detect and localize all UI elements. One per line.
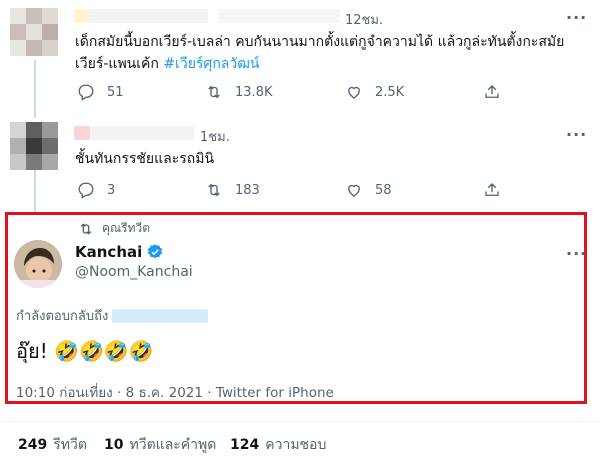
reply-button[interactable]: 3 [77, 181, 115, 199]
share-button[interactable] [483, 181, 513, 199]
like-count: 58 [375, 182, 392, 198]
quotes-label: ทวีตและคำพูด [129, 437, 217, 453]
avatar[interactable] [14, 240, 62, 288]
retweet-icon [208, 85, 220, 99]
reply-icon [78, 182, 94, 199]
name-redacted [88, 9, 208, 23]
likes-count: 124 [230, 437, 260, 453]
tweet-text: เด็กสมัยนี้บอกเวียร์-เบลล่า คบกันนานมากต… [75, 34, 565, 72]
reply-icon [78, 84, 94, 101]
tweet-text: ชั้นทันกรรชัยและรถมินิ [75, 151, 215, 167]
thread-line [34, 170, 36, 214]
share-icon [485, 85, 499, 98]
display-name[interactable]: Kanchai [75, 243, 164, 261]
retweet-button[interactable]: 13.8K [205, 83, 272, 101]
more-options-icon[interactable]: ··· [566, 125, 587, 144]
retweets-stat[interactable]: 249 รีทวีต [18, 434, 87, 456]
user-handle[interactable]: @Noom_Kanchai [75, 264, 193, 280]
likes-stat[interactable]: 124 ความชอบ [230, 434, 326, 456]
hashtag-link[interactable]: #เวียร์ศุกลวัฒน์ [163, 56, 259, 72]
share-icon [485, 183, 499, 196]
retweet-count: 13.8K [235, 84, 273, 100]
retweet-icon [208, 183, 220, 197]
name-redacted [90, 126, 194, 140]
retweets-count: 249 [18, 437, 48, 453]
like-count: 2.5K [375, 84, 405, 100]
retweet-count: 183 [235, 182, 260, 198]
main-tweet-text: อุ๊ย! 🤣🤣🤣🤣 [16, 339, 154, 363]
retweets-label: รีทวีต [53, 437, 87, 453]
heart-icon [348, 86, 360, 99]
retweeted-label: คุณรีทวีต [102, 221, 151, 235]
reply-count: 51 [107, 84, 124, 100]
reply-button[interactable]: 51 [77, 83, 124, 101]
reply-count: 3 [107, 182, 116, 198]
name-redacted [74, 9, 88, 23]
avatar[interactable] [10, 8, 58, 56]
quotes-stat[interactable]: 10 ทวีตและคำพูด [104, 434, 216, 456]
share-button[interactable] [483, 83, 513, 101]
heart-icon [348, 184, 360, 197]
divider [0, 421, 600, 422]
tweet-meta[interactable]: 10:10 ก่อนเที่ยง · 8 ธ.ค. 2021 · Twitter… [16, 381, 334, 403]
more-options-icon[interactable]: ··· [566, 8, 587, 27]
replying-to: กำลังตอบกลับถึง [16, 305, 209, 326]
quotes-count: 10 [104, 437, 124, 453]
thread-line [34, 60, 36, 118]
verified-badge-icon [148, 244, 163, 259]
retweeted-indicator: คุณรีทวีต [78, 219, 150, 238]
retweet-button[interactable]: 183 [205, 181, 260, 199]
like-button[interactable]: 2.5K [345, 83, 404, 101]
tweet-time[interactable]: 12ชม. [345, 9, 383, 30]
likes-label: ความชอบ [265, 437, 327, 453]
more-options-icon[interactable]: ··· [566, 244, 587, 263]
name-redacted [74, 126, 90, 140]
like-button[interactable]: 58 [345, 181, 392, 199]
tweet-time[interactable]: 1ชม. [200, 126, 230, 147]
retweet-icon [80, 222, 92, 235]
avatar[interactable] [10, 122, 58, 170]
handle-redacted [218, 9, 340, 23]
mention-redacted[interactable] [112, 308, 209, 323]
